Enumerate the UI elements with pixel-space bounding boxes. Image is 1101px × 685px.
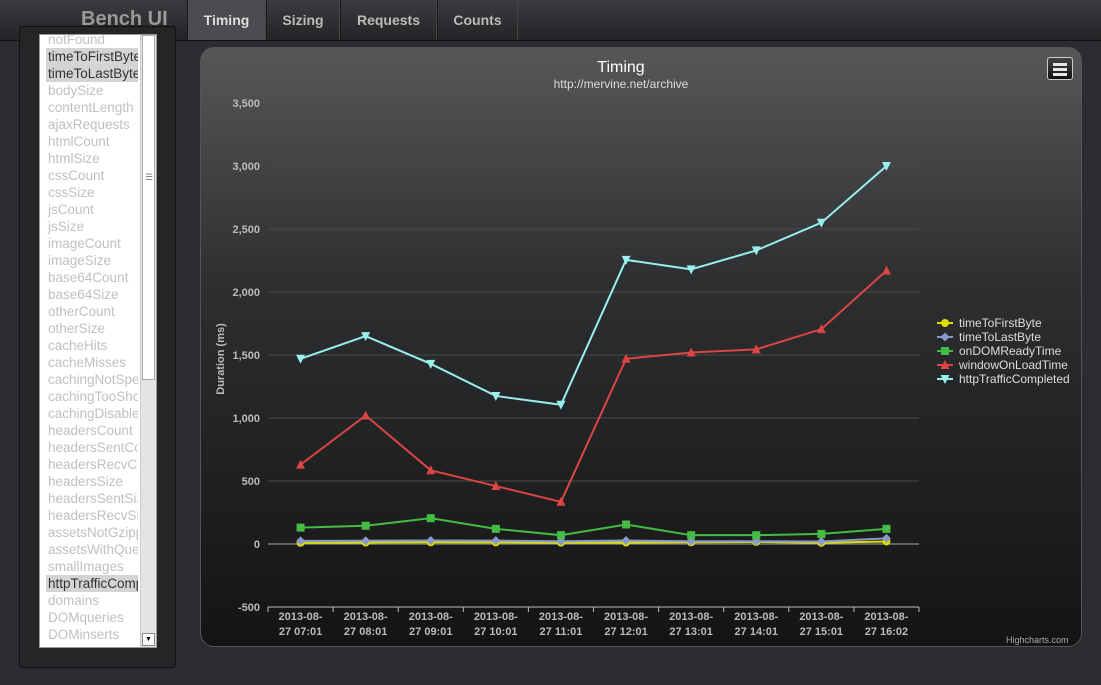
x-tick-label: 2013-08- [669,611,713,623]
legend-item[interactable]: onDOMReadyTime [959,344,1062,358]
legend-item[interactable]: timeToFirstByte [959,316,1042,330]
x-tick-label: 27 07:01 [279,626,322,638]
y-axis-title: Duration (ms) [215,323,227,395]
series-line-windowOnLoadTime [299,269,888,503]
y-tick-label: 1,500 [232,350,260,362]
y-tick-label: -500 [238,602,260,614]
data-point [491,524,500,533]
y-tick-label: 500 [242,476,260,488]
legend-marker [940,332,950,342]
data-point [817,529,826,538]
x-tick-label: 27 13:01 [669,626,712,638]
x-tick-label: 2013-08- [344,611,388,623]
x-tick-label: 27 14:01 [735,626,778,638]
series-line-onDOMReadyTime [300,517,887,537]
data-point [556,531,565,540]
x-tick-label: 2013-08- [409,611,453,623]
data-point [296,354,306,364]
y-tick-label: 3,000 [232,161,260,173]
data-point [881,265,891,275]
legend-item[interactable]: timeToLastByte [959,330,1041,344]
data-point [622,520,631,529]
y-tick-label: 2,500 [232,224,260,236]
x-tick-label: 27 10:01 [474,626,517,638]
data-point [361,410,371,420]
data-point [882,524,891,533]
legend-item[interactable]: windowOnLoadTime [958,358,1068,372]
x-tick-label: 2013-08- [734,611,778,623]
x-tick-label: 2013-08- [604,611,648,623]
data-point [296,523,305,532]
data-point [687,531,696,540]
data-point [361,521,370,530]
series-line-httpTrafficCompleted [300,165,888,406]
series-line-timeToLastByte [300,537,887,543]
data-point [752,531,761,540]
chart-credit[interactable]: Highcharts.com [1006,635,1069,645]
x-tick-label: 2013-08- [474,611,518,623]
legend-marker [941,319,949,327]
x-tick-label: 27 08:01 [344,626,387,638]
data-point [426,514,435,523]
x-tick-label: 2013-08- [864,611,908,623]
y-tick-label: 1,000 [232,413,260,425]
y-tick-label: 0 [254,539,260,551]
x-tick-label: 2013-08- [799,611,843,623]
x-tick-label: 2013-08- [279,611,323,623]
x-tick-label: 27 12:01 [604,626,647,638]
x-tick-label: 2013-08- [539,611,583,623]
y-tick-label: 3,500 [232,98,260,110]
x-tick-label: 27 16:02 [865,626,908,638]
y-tick-label: 2,000 [232,287,260,299]
data-point [296,459,306,469]
legend-item[interactable]: httpTrafficCompleted [959,372,1070,386]
x-tick-label: 27 11:01 [540,626,583,638]
legend-marker [941,347,949,355]
x-tick-label: 27 15:01 [800,626,843,638]
chart-plot: -500 0 500 1,000 1,500 2,000 2,500 3,000 3,500 20… [215,98,1070,638]
x-tick-label: 27 09:01 [409,626,452,638]
